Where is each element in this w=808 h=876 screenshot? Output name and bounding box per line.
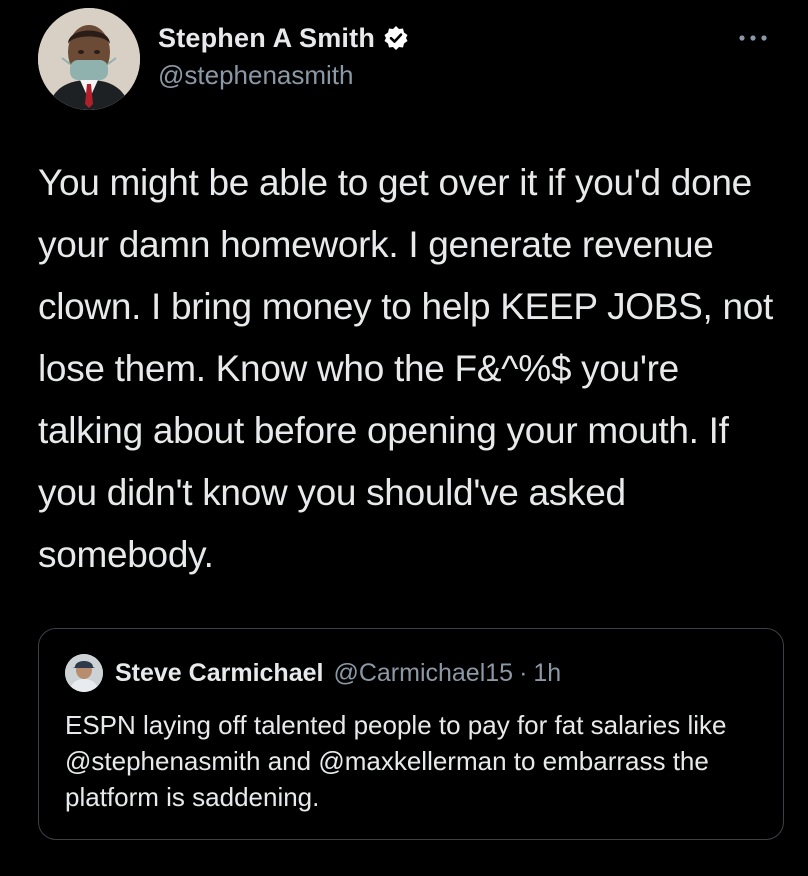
quoted-author-display-name[interactable]: Steve Carmichael: [115, 659, 323, 688]
avatar-photo-icon: [38, 8, 140, 110]
quoted-tweet-card[interactable]: Steve Carmichael @Carmichael15 · 1h ESPN…: [38, 628, 784, 840]
author-handle[interactable]: @stephenasmith: [158, 60, 409, 91]
author-names: Stephen A Smith @stephenasmith: [158, 20, 409, 91]
quoted-separator: ·: [519, 658, 528, 687]
quoted-author-handle[interactable]: @Carmichael15: [333, 659, 513, 688]
quoted-tweet-text: ESPN laying off talented people to pay f…: [65, 710, 727, 812]
quoted-avatar-photo-icon: [65, 654, 103, 692]
verified-badge-icon: [383, 25, 409, 51]
display-name-row: Stephen A Smith: [158, 20, 409, 56]
author-avatar[interactable]: [38, 8, 140, 110]
quoted-author-avatar[interactable]: [65, 654, 103, 692]
more-options-icon[interactable]: [736, 30, 770, 46]
quoted-tweet-header: Steve Carmichael @Carmichael15 · 1h: [65, 653, 561, 693]
author-display-name[interactable]: Stephen A Smith: [158, 23, 375, 54]
quoted-timestamp[interactable]: 1h: [533, 659, 561, 688]
tweet-header: Stephen A Smith @stephenasmith: [38, 8, 778, 118]
tweet: Stephen A Smith @stephenasmith You might…: [0, 0, 808, 876]
tweet-text: You might be able to get over it if you'…: [38, 162, 784, 575]
